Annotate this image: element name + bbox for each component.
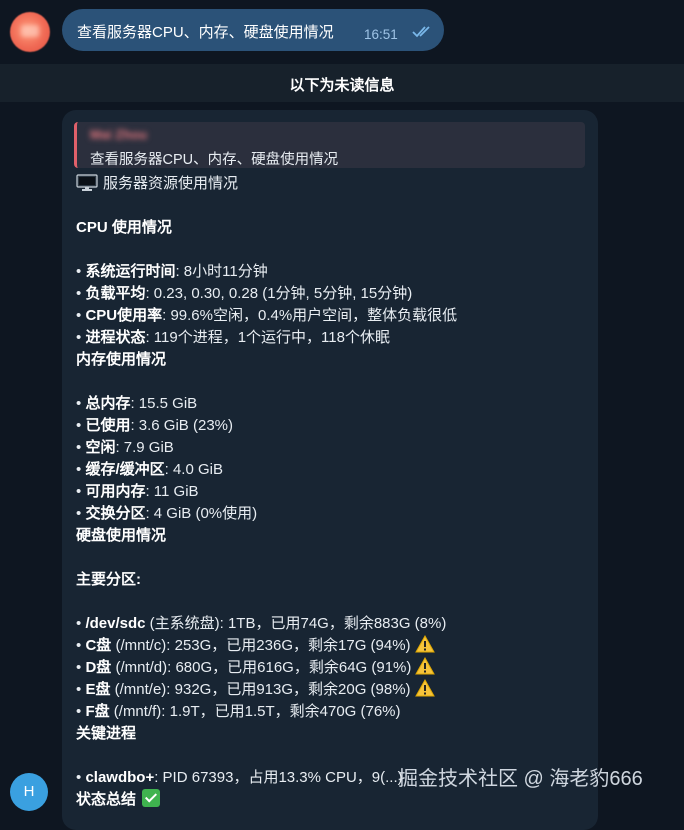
item-value: : 0.23, 0.30, 0.28 (1分钟, 5分钟, 15分钟) <box>145 285 413 302</box>
outgoing-message-bubble[interactable]: 查看服务器CPU、内存、硬盘使用情况 16:51 <box>62 9 444 51</box>
message-title-line: 服务器资源使用情况 <box>76 173 596 195</box>
item-label: 空闲 <box>85 439 116 456</box>
item-value: (/mnt/e): 932G，已用913G，剩余20G (98%) <box>110 681 411 698</box>
list-item: • 可用内存: 11 GiB <box>76 483 199 500</box>
message-time: 16:51 <box>364 27 398 42</box>
list-item: • 空闲: 7.9 GiB <box>76 439 174 456</box>
item-label: F盘 <box>85 703 110 720</box>
item-label: 交换分区 <box>85 505 146 522</box>
reply-quote[interactable]: Mai Zhou 查看服务器CPU、内存、硬盘使用情况 <box>74 122 585 168</box>
item-label: D盘 <box>85 659 112 676</box>
item-label: 系统运行时间 <box>85 263 176 280</box>
item-value: : 99.6%空闲，0.4%用户空间，整体负载很低 <box>162 307 458 324</box>
watermark: 掘金技术社区 @ 海老豹666 <box>398 768 643 790</box>
item-label: E盘 <box>85 681 111 698</box>
read-double-check-icon <box>412 25 434 43</box>
item-label: 负载平均 <box>85 285 146 302</box>
monitor-icon <box>76 174 98 199</box>
list-item: • D盘 (/mnt/d): 680G，已用616G，剩余64G (91%) <box>76 656 596 679</box>
item-value: : 7.9 GiB <box>115 439 174 456</box>
item-value: : 119个进程，1个运行中，118个休眠 <box>145 329 390 346</box>
item-label: 可用内存 <box>85 483 146 500</box>
item-value: : 4.0 GiB <box>164 461 223 478</box>
item-value: : 3.6 GiB (23%) <box>130 417 233 434</box>
message-title: 服务器资源使用情况 <box>103 175 239 192</box>
item-value: (/mnt/f): 1.9T，已用1.5T，剩余470G (76%) <box>109 703 401 720</box>
item-label: 总内存 <box>85 395 131 412</box>
list-item: • C盘 (/mnt/c): 253G，已用236G，剩余17G (94%) <box>76 634 596 657</box>
item-label: /dev/sdc <box>85 615 146 632</box>
item-label: 已使用 <box>85 417 131 434</box>
item-label: 缓存/缓冲区 <box>85 461 165 478</box>
unread-label: 以下为未读信息 <box>289 77 395 94</box>
item-value: : 15.5 GiB <box>130 395 198 412</box>
partitions-heading: 主要分区: <box>76 571 141 588</box>
list-item: • 已使用: 3.6 GiB (23%) <box>76 417 233 434</box>
item-value: : PID 67393，占用13.3% CPU，9(...) <box>154 769 403 786</box>
list-item: • CPU使用率: 99.6%空闲，0.4%用户空间，整体负载很低 <box>76 307 458 324</box>
list-item: • 负载平均: 0.23, 0.30, 0.28 (1分钟, 5分钟, 15分钟… <box>76 285 413 302</box>
outgoing-message-text: 查看服务器CPU、内存、硬盘使用情况 <box>77 24 334 41</box>
list-item: • 进程状态: 119个进程，1个运行中，118个休眠 <box>76 329 390 346</box>
list-item: • 总内存: 15.5 GiB <box>76 395 198 412</box>
quote-text: 查看服务器CPU、内存、硬盘使用情况 <box>90 152 339 168</box>
message-body: 服务器资源使用情况 CPU 使用情况 • 系统运行时间: 8小时11分钟 • 负… <box>76 173 596 811</box>
item-label: clawdbo+ <box>85 769 155 786</box>
list-item: • /dev/sdc (主系统盘): 1TB，已用74G，剩余883G (8%) <box>76 615 447 632</box>
list-item: • 交换分区: 4 GiB (0%使用) <box>76 505 258 522</box>
warning-icon <box>414 678 435 704</box>
item-value: : 4 GiB (0%使用) <box>145 505 258 522</box>
item-label: C盘 <box>85 637 112 654</box>
quote-sender-name: Mai Zhou <box>90 127 148 142</box>
list-item: • F盘 (/mnt/f): 1.9T，已用1.5T，剩余470G (76%) <box>76 703 401 720</box>
item-value: (/mnt/c): 253G，已用236G，剩余17G (94%) <box>111 637 411 654</box>
item-value: : 8小时11分钟 <box>175 263 268 280</box>
cpu-heading: CPU 使用情况 <box>76 219 172 236</box>
disk-heading: 硬盘使用情况 <box>76 527 167 544</box>
summary-line: 状态总结 <box>76 789 596 811</box>
unread-divider: 以下为未读信息 <box>0 64 684 102</box>
item-value: : 11 GiB <box>145 483 199 500</box>
item-label: 进程状态 <box>85 329 146 346</box>
memory-heading: 内存使用情况 <box>76 351 167 368</box>
process-heading: 关键进程 <box>76 725 137 742</box>
check-mark-icon <box>142 789 161 807</box>
summary-heading: 状态总结 <box>76 791 137 808</box>
item-value: (/mnt/d): 680G，已用616G，剩余64G (91%) <box>111 659 412 676</box>
contact-avatar[interactable] <box>10 12 50 52</box>
item-value: (主系统盘): 1TB，已用74G，剩余883G (8%) <box>145 615 447 632</box>
item-label: CPU使用率 <box>85 307 163 324</box>
list-item: • 缓存/缓冲区: 4.0 GiB <box>76 461 223 478</box>
sender-avatar[interactable]: H <box>10 773 48 811</box>
list-item: • E盘 (/mnt/e): 932G，已用913G，剩余20G (98%) <box>76 678 596 704</box>
list-item: • 系统运行时间: 8小时11分钟 <box>76 263 268 280</box>
